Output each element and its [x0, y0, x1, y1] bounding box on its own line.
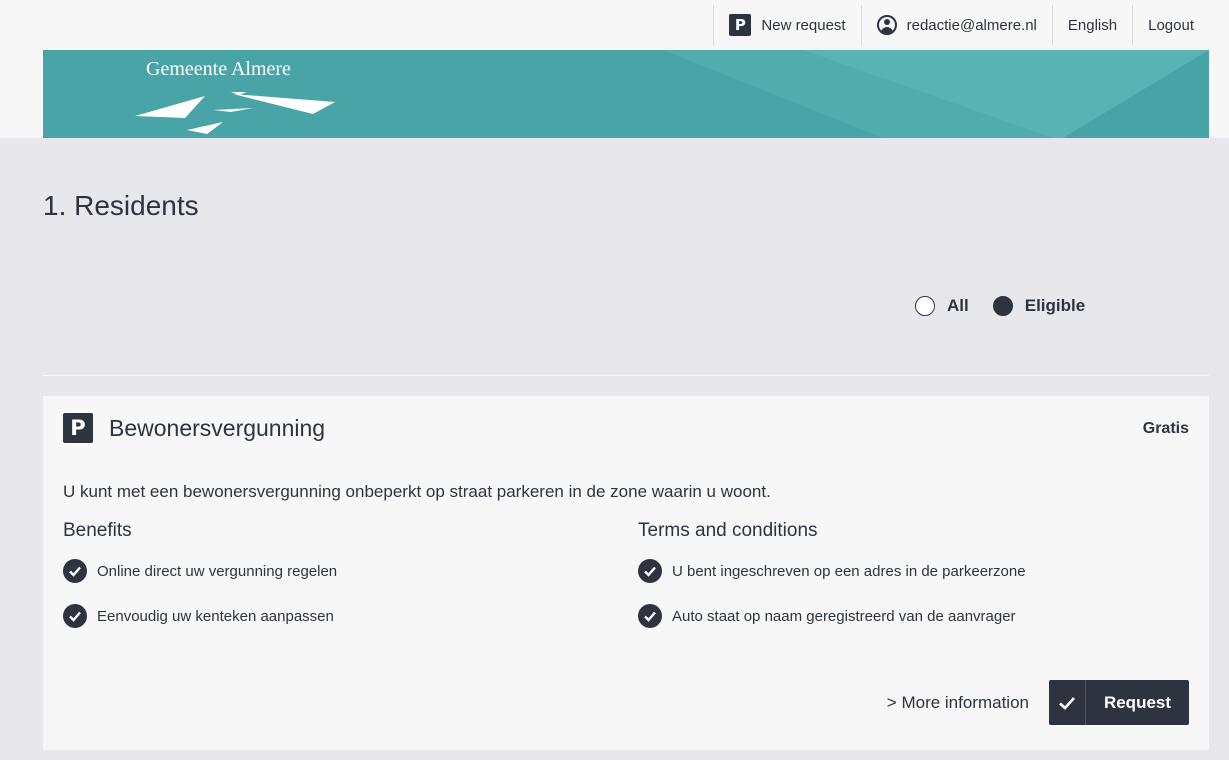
more-information-link[interactable]: > More information [887, 693, 1029, 713]
header-banner: Gemeente Almere [43, 50, 1209, 138]
price-label: Gratis [1142, 420, 1189, 437]
terms-heading: Terms and conditions [638, 520, 818, 541]
benefit-item: Eenvoudig uw kenteken aanpassen [63, 603, 337, 629]
language-label: English [1067, 16, 1118, 34]
logout-label: Logout [1148, 16, 1194, 34]
request-button[interactable]: Request [1049, 680, 1189, 725]
top-bar: P New request redactie@almere.nl English… [0, 0, 1229, 138]
eligibility-filter: All Eligible [915, 296, 1109, 316]
account-link[interactable]: redactie@almere.nl [860, 5, 1052, 45]
card-footer: > More information Request [887, 680, 1189, 725]
card-description: U kunt met een bewonersvergunning onbepe… [63, 482, 771, 501]
permit-card: P Bewonersvergunning Gratis U kunt met e… [43, 396, 1209, 750]
account-email: redactie@almere.nl [906, 16, 1037, 34]
almere-logo-mark [135, 92, 335, 134]
request-button-label: Request [1103, 692, 1172, 712]
top-navigation: P New request redactie@almere.nl English… [713, 5, 1209, 45]
terms-column: Terms and conditions U bent ingeschreven… [638, 520, 1026, 648]
page-title: 1. Residents [43, 190, 199, 221]
check-circle-icon [63, 604, 87, 628]
parking-icon: P [63, 413, 93, 443]
benefit-text: Online direct uw vergunning regelen [97, 562, 338, 580]
check-icon [1049, 680, 1086, 725]
new-request-label: New request [761, 16, 846, 34]
term-item: U bent ingeschreven op een adres in de p… [638, 558, 1026, 584]
card-title: Bewonersvergunning [109, 414, 326, 441]
filter-all-option[interactable]: All [915, 296, 969, 316]
term-item: Auto staat op naam geregistreerd van de … [638, 603, 1026, 629]
card-header: P Bewonersvergunning [63, 413, 325, 443]
section-divider [43, 375, 1209, 376]
benefit-item: Online direct uw vergunning regelen [63, 558, 337, 584]
new-request-link[interactable]: P New request [713, 5, 860, 45]
term-text: Auto staat op naam geregistreerd van de … [672, 607, 1016, 625]
filter-all-label: All [947, 296, 969, 315]
check-circle-icon [638, 604, 662, 628]
benefits-column: Benefits Online direct uw vergunning reg… [63, 520, 337, 648]
logo-text: Gemeente Almere [146, 58, 291, 80]
check-circle-icon [63, 559, 87, 583]
term-text: U bent ingeschreven op een adres in de p… [672, 562, 1026, 580]
filter-eligible-option[interactable]: Eligible [992, 296, 1086, 316]
benefit-text: Eenvoudig uw kenteken aanpassen [97, 607, 334, 625]
parking-icon: P [729, 14, 752, 36]
language-switch[interactable]: English [1051, 5, 1132, 45]
filter-all-radio[interactable] [915, 296, 935, 316]
logout-link[interactable]: Logout [1132, 5, 1209, 45]
filter-eligible-label: Eligible [1024, 296, 1086, 315]
filter-eligible-radio[interactable] [992, 296, 1013, 316]
user-circle-icon [876, 15, 897, 35]
benefits-heading: Benefits [63, 520, 132, 541]
check-circle-icon [638, 559, 662, 583]
